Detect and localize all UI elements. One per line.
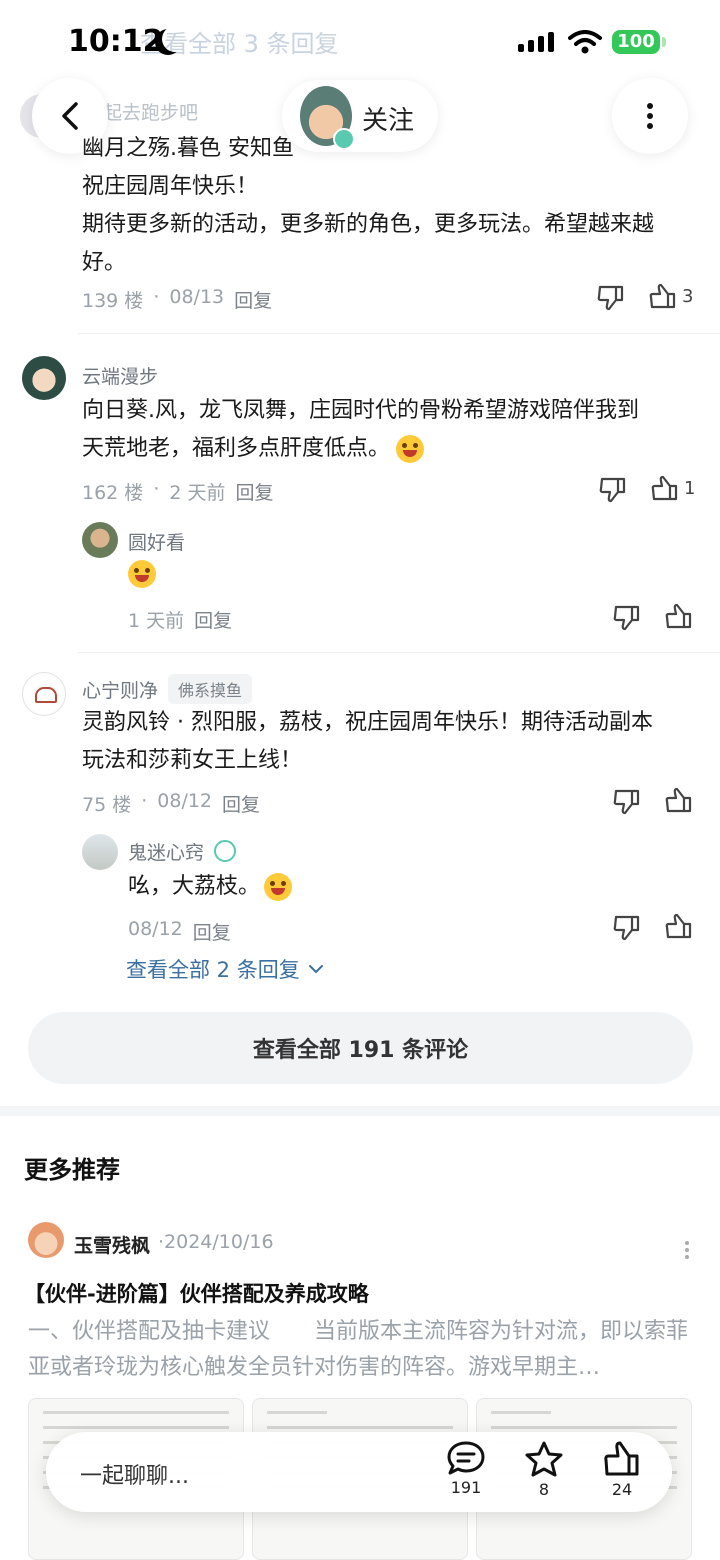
replier-avatar[interactable] <box>82 522 118 558</box>
like-count: 1 <box>684 477 696 499</box>
floor-number: 162 楼 <box>82 482 144 504</box>
status-time: 10:12 <box>68 24 164 59</box>
grin-emoji-icon <box>128 560 156 588</box>
comment-meta: 139 楼 · 08/13 回复 <box>82 286 273 313</box>
chevron-down-icon <box>308 965 323 974</box>
like-count: 3 <box>682 285 694 307</box>
floor-number: 139 楼 <box>82 290 144 312</box>
reply-date: 08/12 <box>128 918 183 940</box>
comment-meta: 162 楼 · 2 天前 回复 <box>82 478 274 505</box>
star-icon <box>525 1441 563 1477</box>
post-title[interactable]: 【伙伴-进阶篇】伙伴搭配及养成攻略 <box>24 1278 369 1308</box>
reply-button[interactable]: 回复 <box>236 478 274 505</box>
commenter-avatar[interactable] <box>22 672 66 716</box>
thumb-up-icon <box>649 283 676 309</box>
comment-content: 向日葵.风，龙飞凤舞，庄园时代的骨粉希望游戏陪伴我到 天荒地老，福利多点肝度低点… <box>82 392 702 468</box>
moon-icon <box>162 26 188 52</box>
replier-avatar[interactable] <box>82 834 118 870</box>
comment-line: 天荒地老，福利多点肝度低点。 <box>82 436 391 461</box>
favorite-button[interactable]: 8 <box>514 1440 574 1499</box>
more-vertical-icon <box>647 103 653 129</box>
more-vertical-icon[interactable] <box>684 1240 690 1260</box>
comment-line: 祝庄园周年快乐！ <box>82 174 259 199</box>
thumb-up-icon[interactable] <box>664 602 694 630</box>
comment-meta: 75 楼 · 08/12 回复 <box>82 790 261 817</box>
grin-emoji-icon <box>264 873 293 901</box>
comment-line: 灵韵风铃 · 烈阳服，荔枝，祝庄园周年快乐！期待活动副本 <box>82 710 653 735</box>
divider <box>78 333 720 334</box>
chevron-left-icon <box>62 102 78 130</box>
battery-tip <box>662 37 666 47</box>
comment-content: 灵韵风铃 · 烈阳服，荔枝，祝庄园周年快乐！期待活动副本 玩法和莎莉女王上线！ <box>82 704 702 780</box>
floor-number: 75 楼 <box>82 794 132 816</box>
comment-icon <box>447 1441 485 1475</box>
reply-meta: 1 天前 回复 <box>128 606 232 633</box>
battery-indicator: 100 <box>612 30 660 54</box>
thumb-down-icon[interactable] <box>596 284 626 312</box>
reply-button[interactable]: 回复 <box>234 286 272 313</box>
thumb-up-icon <box>604 1441 639 1476</box>
comment-date: 08/13 <box>169 286 225 308</box>
comment-line: 向日葵.风，龙飞凤舞，庄园时代的骨粉希望游戏陪伴我到 <box>82 398 639 423</box>
user-tag: 佛系摸鱼 <box>168 674 253 704</box>
thumb-down-icon[interactable] <box>612 914 642 942</box>
comment-date: 08/12 <box>157 790 213 812</box>
reply-button[interactable]: 回复 <box>193 918 231 945</box>
section-title: 更多推荐 <box>24 1156 120 1184</box>
reply-button[interactable]: 回复 <box>222 790 260 817</box>
comments-button[interactable]: 191 <box>436 1440 496 1497</box>
commenter-avatar[interactable] <box>22 356 66 400</box>
comment-line: 玩法和莎莉女王上线！ <box>82 748 303 773</box>
wifi-icon <box>568 30 602 54</box>
commenter-name[interactable]: 云端漫步 <box>82 362 158 389</box>
thumb-up-icon[interactable] <box>664 786 694 814</box>
likes-count: 24 <box>611 1480 633 1499</box>
reply-meta: 08/12 回复 <box>128 918 231 945</box>
chat-input[interactable]: 一起聊聊... <box>80 1458 189 1490</box>
comment-line: 期待更多新的活动，更多新的角色，更多玩法。希望越来越 <box>82 212 655 237</box>
bell-icon <box>35 687 57 703</box>
post-author-name[interactable]: 玉雪残枫 <box>74 1231 150 1258</box>
thumb-down-icon[interactable] <box>612 604 642 632</box>
favorites-count: 8 <box>538 1480 550 1499</box>
thumb-down-icon[interactable] <box>598 476 628 504</box>
badge-icon <box>214 840 236 862</box>
post-author-avatar[interactable] <box>28 1222 64 1258</box>
view-all-replies-link[interactable]: 查看全部 2 条回复 <box>126 954 324 984</box>
reply-date: 1 天前 <box>128 610 185 632</box>
thumb-up-icon <box>651 475 678 501</box>
like-button[interactable]: 1 <box>650 474 695 502</box>
like-post-button[interactable]: 24 <box>592 1440 652 1499</box>
divider <box>78 652 720 653</box>
replier-name[interactable]: 圆好看 <box>128 528 185 555</box>
replier-name[interactable]: 鬼迷心窍 <box>128 838 204 865</box>
comment-date: 2 天前 <box>169 482 226 504</box>
reply-content: 吆，大荔枝。 <box>128 868 293 906</box>
grin-emoji-icon <box>396 435 425 463</box>
like-button[interactable]: 3 <box>648 282 693 310</box>
comment-line: 幽月之殇.暮色 安知鱼 <box>82 136 294 161</box>
commenter-name[interactable]: 心宁则净 <box>82 676 158 703</box>
thumb-up-icon[interactable] <box>664 912 694 940</box>
comment-line: 好。 <box>82 250 127 275</box>
post-summary[interactable]: 一、伙伴搭配及抽卡建议 当前版本主流阵容为针对流，即以索菲亚或者玲珑为核心触发全… <box>28 1314 688 1386</box>
view-all-comments-button[interactable]: 查看全部 191 条评论 <box>28 1012 693 1084</box>
comments-count: 191 <box>450 1478 482 1497</box>
thumb-down-icon[interactable] <box>612 788 642 816</box>
post-date: ·2024/10/16 <box>158 1231 274 1253</box>
signal-icon <box>518 32 554 52</box>
section-divider <box>0 1106 720 1116</box>
comment-content: 幽月之殇.暮色 安知鱼 祝庄园周年快乐！ 期待更多新的活动，更多新的角色，更多玩… <box>82 130 702 282</box>
reply-button[interactable]: 回复 <box>194 606 232 633</box>
reply-content <box>128 560 156 588</box>
